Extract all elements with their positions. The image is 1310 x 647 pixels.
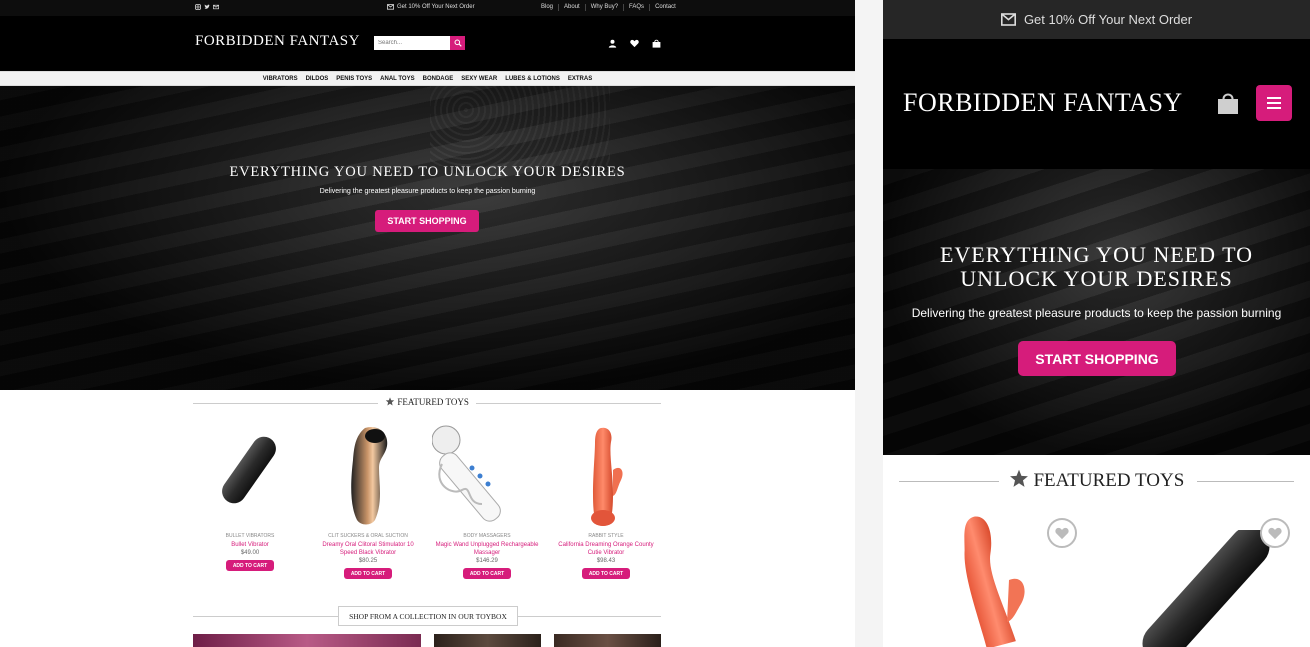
start-shopping-button[interactable]: START SHOPPING	[375, 210, 479, 232]
product-category[interactable]: CLIT SUCKERS & ORAL SUCTION	[313, 533, 423, 539]
nav-penis-toys[interactable]: Penis Toys	[335, 76, 373, 82]
add-to-cart-button[interactable]: ADD TO CART	[582, 568, 630, 579]
social-links	[195, 4, 219, 10]
mobile-view: Get 10% Off Your Next Order FORBIDDEN FA…	[883, 0, 1310, 647]
instagram-icon[interactable]	[195, 4, 201, 10]
product-card: RABBIT STYLE California Dreaming Orange …	[551, 424, 661, 579]
product-card: CLIT SUCKERS & ORAL SUCTION Dreamy Oral …	[313, 424, 423, 579]
email-icon[interactable]	[213, 4, 219, 10]
wishlist-heart-icon[interactable]	[1047, 518, 1077, 548]
link-faqs[interactable]: FAQs	[623, 4, 649, 11]
mobile-header: FORBIDDEN FANTASY	[883, 39, 1310, 169]
featured-toys-heading: FEATURED TOYS	[193, 397, 661, 409]
twitter-icon[interactable]	[204, 4, 210, 10]
top-bar: Get 10% Off Your Next Order Blog About W…	[0, 0, 855, 16]
collection-heading: SHOP FROM A COLLECTION IN OUR TOYBOX	[193, 606, 661, 626]
account-icon[interactable]	[606, 37, 618, 49]
mobile-promo-text: Get 10% Off Your Next Order	[1023, 12, 1193, 27]
wishlist-heart-icon[interactable]	[628, 37, 640, 49]
star-icon	[1009, 469, 1028, 487]
mobile-promo-bar[interactable]: Get 10% Off Your Next Order	[883, 0, 1310, 39]
cart-bag-icon[interactable]	[650, 37, 662, 49]
wishlist-heart-icon[interactable]	[1260, 518, 1290, 548]
mobile-product-image-bullet-vibrator[interactable]	[1128, 526, 1278, 647]
star-icon	[385, 397, 395, 406]
site-header: FORBIDDEN FANTASY	[0, 16, 855, 71]
hero-title: EVERYTHING YOU NEED TO UNLOCK YOUR DESIR…	[229, 164, 626, 180]
nav-dildos[interactable]: Dildos	[305, 76, 330, 82]
hero-banner: EVERYTHING YOU NEED TO UNLOCK YOUR DESIR…	[0, 86, 855, 390]
product-image-rabbit-vibrator[interactable]	[551, 424, 661, 530]
product-price: $80.25	[358, 558, 378, 564]
utility-links: Blog About Why Buy? FAQs Contact	[536, 4, 681, 11]
add-to-cart-button[interactable]: ADD TO CART	[463, 568, 511, 579]
product-name[interactable]: Magic Wand Unplugged Rechargeable Massag…	[432, 541, 542, 557]
desktop-view: Get 10% Off Your Next Order Blog About W…	[0, 0, 855, 647]
mobile-featured-toys-heading: FEATURED TOYS	[899, 466, 1294, 494]
collection-title: SHOP FROM A COLLECTION IN OUR TOYBOX	[338, 606, 518, 626]
category-nav: Vibrators Dildos Penis Toys Anal Toys Bo…	[0, 71, 855, 86]
product-name[interactable]: Bullet Vibrator	[195, 541, 305, 549]
link-contact[interactable]: Contact	[649, 4, 681, 11]
mobile-cart-bag-icon[interactable]	[1216, 91, 1240, 120]
promo-message[interactable]: Get 10% Off Your Next Order	[387, 4, 475, 10]
add-to-cart-button[interactable]: ADD TO CART	[344, 568, 392, 579]
link-why-buy[interactable]: Why Buy?	[584, 4, 623, 11]
product-price: $98.43	[596, 558, 616, 564]
product-category[interactable]: BULLET VIBRATORS	[195, 533, 305, 539]
product-category[interactable]: BODY MASSAGERS	[432, 533, 542, 539]
product-image-oral-stimulator[interactable]	[313, 424, 423, 530]
mobile-site-logo[interactable]: FORBIDDEN FANTASY	[903, 88, 1183, 118]
collection-tile[interactable]	[193, 634, 421, 647]
product-name[interactable]: Dreamy Oral Clitoral Stimulator 10 Speed…	[313, 541, 423, 557]
mobile-product-image-rabbit-vibrator[interactable]	[913, 510, 1063, 647]
envelope-icon	[387, 4, 394, 10]
product-price: $146.29	[476, 558, 498, 564]
product-image-magic-wand[interactable]	[431, 424, 542, 530]
featured-toys-title: FEATURED TOYS	[397, 397, 469, 407]
mobile-hero-banner: EVERYTHING YOU NEED TO UNLOCK YOUR DESIR…	[883, 169, 1310, 455]
promo-text: Get 10% Off Your Next Order	[397, 4, 475, 10]
nav-anal-toys[interactable]: Anal Toys	[379, 76, 415, 82]
product-price: $49.00	[240, 550, 260, 556]
search-icon	[454, 39, 462, 47]
product-category[interactable]: RABBIT STYLE	[551, 533, 661, 539]
mobile-hero-subtitle: Delivering the greatest pleasure product…	[911, 306, 1282, 320]
collection-tile[interactable]	[434, 634, 541, 647]
link-about[interactable]: About	[558, 4, 585, 11]
site-logo[interactable]: FORBIDDEN FANTASY	[195, 33, 360, 50]
header-icons	[606, 37, 662, 49]
search-input[interactable]	[374, 36, 450, 50]
link-blog[interactable]: Blog	[536, 4, 558, 11]
nav-vibrators[interactable]: Vibrators	[262, 76, 299, 82]
mobile-featured-toys-title: FEATURED TOYS	[1033, 470, 1185, 491]
product-name[interactable]: California Dreaming Orange County Cutie …	[551, 541, 661, 557]
nav-extras[interactable]: Extras	[567, 76, 593, 82]
search-button[interactable]	[450, 36, 465, 50]
nav-lubes-lotions[interactable]: Lubes & Lotions	[504, 76, 561, 82]
nav-sexy-wear[interactable]: Sexy Wear	[460, 76, 498, 82]
nav-bondage[interactable]: Bondage	[422, 76, 455, 82]
product-card: BULLET VIBRATORS Bullet Vibrator $49.00 …	[195, 424, 305, 571]
product-card: BODY MASSAGERS Magic Wand Unplugged Rech…	[431, 424, 542, 579]
envelope-icon	[1000, 13, 1016, 26]
add-to-cart-button[interactable]: ADD TO CART	[226, 560, 274, 571]
mobile-start-shopping-button[interactable]: START SHOPPING	[1018, 341, 1176, 376]
hero-subtitle: Delivering the greatest pleasure product…	[319, 188, 536, 195]
mobile-hero-title: EVERYTHING YOU NEED TO UNLOCK YOUR DESIR…	[939, 242, 1254, 291]
hamburger-menu-button[interactable]	[1256, 85, 1292, 121]
collection-tile[interactable]	[554, 634, 661, 647]
product-image-bullet-vibrator[interactable]	[195, 424, 305, 530]
